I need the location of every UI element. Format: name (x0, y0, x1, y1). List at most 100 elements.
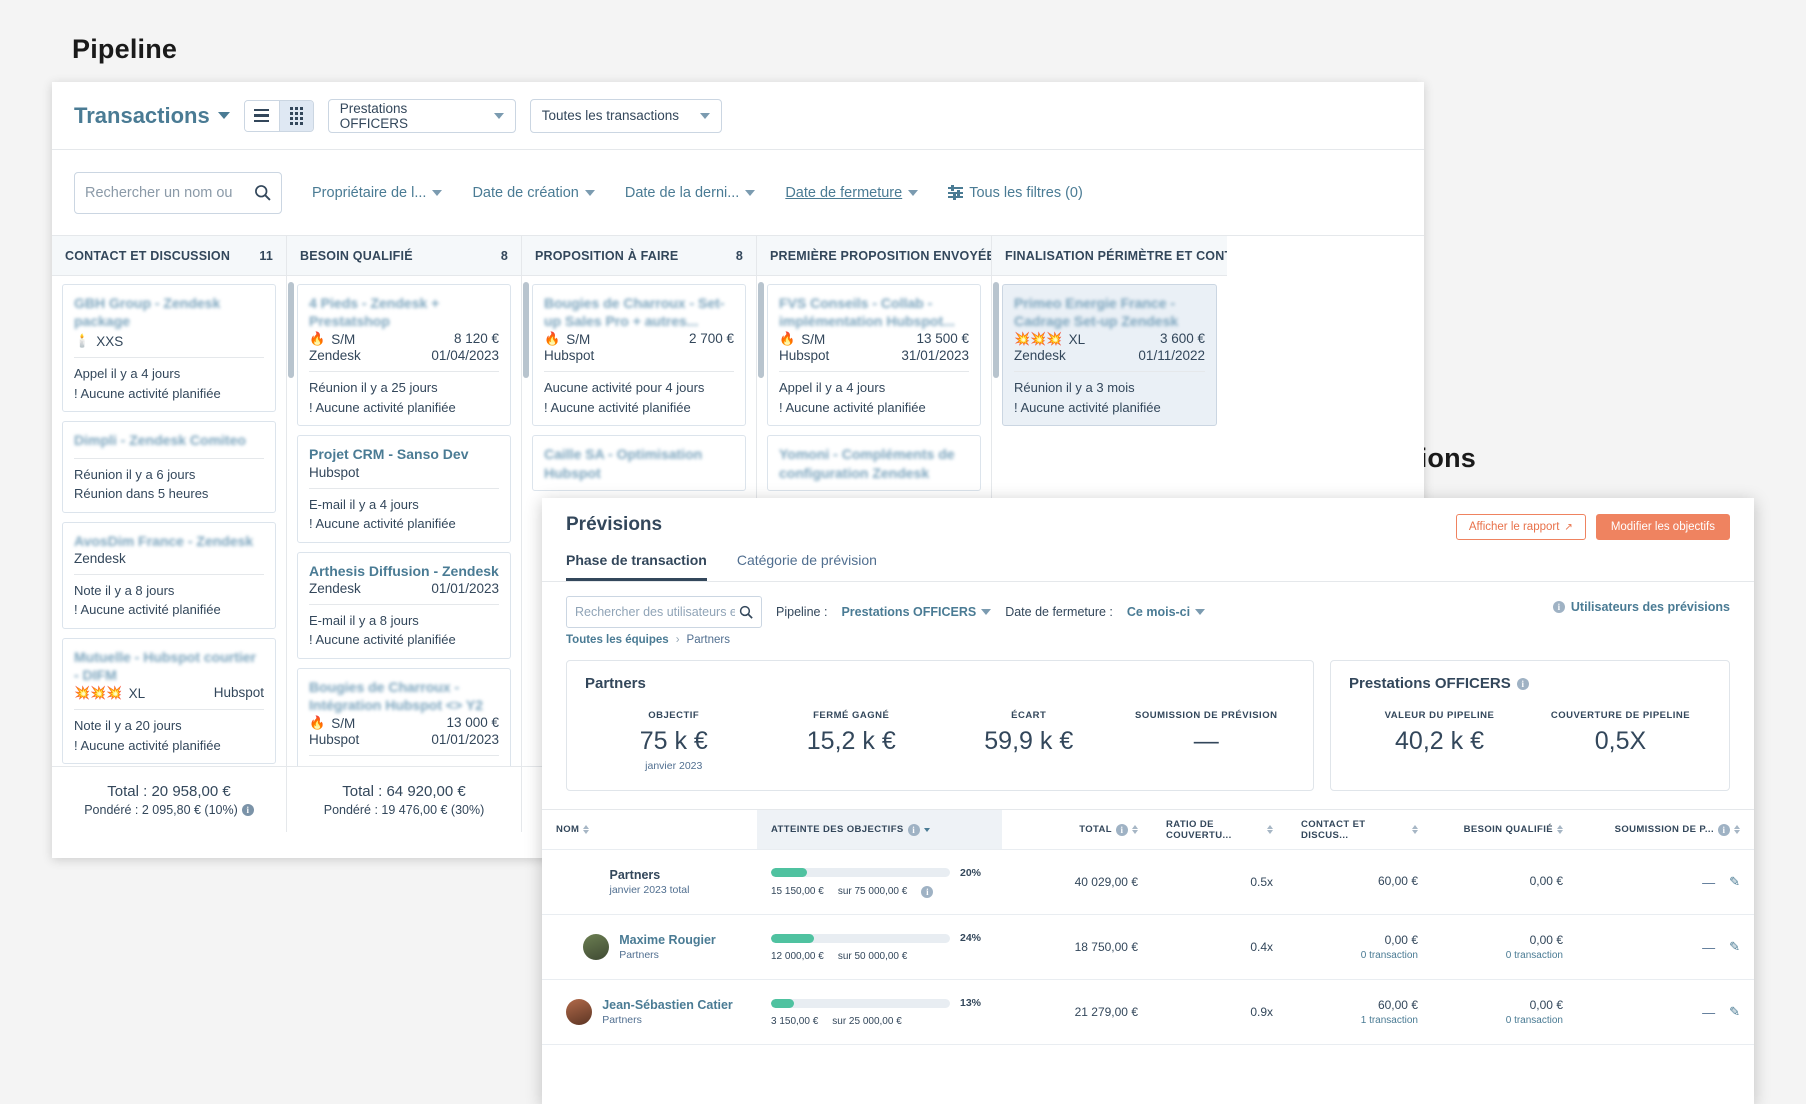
view-toggle-group[interactable] (243, 99, 314, 132)
deal-card[interactable]: Caille SA - Optimisation Hubspot (532, 435, 746, 491)
edit-icon[interactable]: ✎ (1729, 939, 1740, 955)
filter-last-activity[interactable]: Date de la derni... (625, 185, 756, 201)
edit-goals-button[interactable]: Modifier les objectifs (1595, 514, 1730, 540)
pipeline-select-value: Prestations OFFICERS (339, 100, 408, 131)
deal-title[interactable]: Primeo Energie France - Cadrage Set-up Z… (1014, 294, 1205, 330)
row-name[interactable]: Maxime Rougier (619, 933, 716, 947)
info-icon[interactable]: i (1516, 677, 1529, 690)
deal-next-activity: ! Aucune activité planifiée (779, 399, 926, 415)
tab-categorie-de-prevision[interactable]: Catégorie de prévision (737, 552, 877, 581)
pipeline-filter-bar: Propriétaire de l... Date de création Da… (52, 150, 1424, 236)
column-header-contact-et-discussion[interactable]: CONTACT ET DISCUS... (1287, 810, 1432, 849)
board-view-button[interactable] (278, 100, 313, 131)
deal-card[interactable]: Bougies de Charroux - Set-up Sales Pro +… (532, 284, 746, 427)
info-icon[interactable]: i (241, 803, 254, 816)
deal-title[interactable]: Caille SA - Optimisation Hubspot (544, 445, 734, 481)
edit-icon[interactable]: ✎ (1729, 1004, 1740, 1020)
transactions-title-dropdown[interactable]: Transactions (74, 103, 230, 129)
column-scrollbar[interactable] (523, 282, 529, 378)
row-soumission-cell: — ✎ (1577, 915, 1754, 979)
row-besoin-sub[interactable]: 0 transaction (1506, 1015, 1563, 1026)
pipeline-filter-label: Pipeline : (776, 605, 828, 619)
deal-title[interactable]: GBH Group - Zendesk package (74, 294, 264, 330)
deal-title[interactable]: 4 Pieds - Zendesk + Prestatshop (309, 294, 499, 330)
pipeline-filter-value[interactable]: Prestations OFFICERS (841, 605, 992, 619)
deal-card[interactable]: Bougies de Charroux - Intégration Hubspo… (297, 667, 511, 766)
column-weighted: Pondéré : 2 095,80 € (10%) i (84, 803, 254, 817)
tab-phase-de-transaction[interactable]: Phase de transaction (566, 552, 707, 581)
deal-title[interactable]: FVS Conseils - Collab - implémentation H… (779, 294, 969, 330)
row-contact-sub[interactable]: 0 transaction (1361, 950, 1418, 961)
deal-card[interactable]: Projet CRM - Sanso Dev Hubspot E-mail il… (297, 435, 511, 543)
deal-title[interactable]: Bougies de Charroux - Intégration Hubspo… (309, 678, 499, 714)
deal-title[interactable]: Projet CRM - Sanso Dev (309, 445, 499, 463)
deal-card[interactable]: Primeo Energie France - Cadrage Set-up Z… (1002, 284, 1217, 427)
deal-title[interactable]: Dimpli - Zendesk Comiteo (74, 431, 264, 449)
row-besoin-sub[interactable]: 0 transaction (1506, 950, 1563, 961)
deal-card[interactable]: FVS Conseils - Collab - implémentation H… (767, 284, 981, 427)
row-besoin-cell: 0,00 € (1432, 850, 1577, 914)
deal-card[interactable]: GBH Group - Zendesk package 🕯️ XXS Appel… (62, 284, 276, 413)
row-name[interactable]: Jean-Sébastien Catier (602, 998, 733, 1012)
deal-card[interactable]: 4 Pieds - Zendesk + Prestatshop 🔥 S/M 8 … (297, 284, 511, 427)
table-row[interactable]: Jean-Sébastien Catier Partners 13% 3 150… (542, 980, 1754, 1045)
deal-card[interactable]: Mutuelle - Hubspot courtier - DIFM 💥💥💥 X… (62, 637, 276, 765)
row-besoin-cell: 0,00 € 0 transaction (1432, 915, 1577, 979)
column-scrollbar[interactable] (993, 282, 999, 378)
column-scrollbar[interactable] (758, 282, 764, 378)
pipeline-toolbar: Transactions Prestations OFFICERS Toutes… (52, 82, 1424, 150)
info-icon[interactable]: i (1116, 823, 1128, 836)
divider (309, 487, 499, 489)
deal-title[interactable]: AvosDim France - Zendesk (74, 532, 264, 550)
edit-icon[interactable]: ✎ (1729, 874, 1740, 890)
column-header-nom[interactable]: NOM (542, 810, 757, 849)
transactions-filter-value: Toutes les transactions (541, 108, 680, 123)
closedate-filter-value[interactable]: Ce mois-ci (1127, 605, 1206, 619)
deal-title[interactable]: Yomoni - Compléments de configuration Ze… (779, 445, 969, 481)
column-header-besoin-qualifie[interactable]: BESOIN QUALIFIÉ (1432, 810, 1577, 849)
search-input[interactable] (85, 184, 248, 201)
table-row[interactable]: Partners janvier 2023 total 20% 15 150,0… (542, 850, 1754, 915)
column-body[interactable]: GBH Group - Zendesk package 🕯️ XXS Appel… (52, 276, 286, 766)
deal-source-row: Zendesk (74, 551, 264, 566)
closedate-filter-label: Date de fermeture : (1005, 605, 1113, 619)
metric-label: COUVERTURE DE PIPELINE (1550, 710, 1691, 721)
info-icon[interactable]: i (907, 823, 920, 836)
column-scrollbar[interactable] (288, 282, 294, 378)
info-icon[interactable]: i (1718, 823, 1730, 836)
filter-create-date[interactable]: Date de création (472, 185, 595, 201)
column-header-atteinte-des-objectifs[interactable]: ATTEINTE DES OBJECTIFS i (757, 810, 1002, 849)
previsions-header: Prévisions Afficher le rapport ↗ Modifie… (542, 498, 1754, 540)
sort-icon (1734, 825, 1740, 834)
breadcrumb-root[interactable]: Toutes les équipes (566, 634, 669, 646)
previsions-search-box[interactable] (566, 596, 762, 628)
transactions-filter-select[interactable]: Toutes les transactions (529, 98, 722, 133)
previsions-search-input[interactable] (575, 605, 735, 619)
column-header-total[interactable]: TOTAL i (1002, 810, 1152, 849)
column-count: 8 (735, 248, 743, 263)
row-contact-sub[interactable]: 1 transaction (1361, 1015, 1418, 1026)
deal-card[interactable]: AvosDim France - Zendesk Zendesk Note il… (62, 521, 276, 629)
list-view-button[interactable] (244, 100, 279, 131)
all-filters-button[interactable]: Tous les filtres (0) (948, 185, 1083, 201)
deal-card[interactable]: Dimpli - Zendesk Comiteo Réunion il y a … (62, 421, 276, 513)
deal-title[interactable]: Bougies de Charroux - Set-up Sales Pro +… (544, 294, 734, 330)
filter-close-date[interactable]: Date de fermeture (785, 185, 919, 201)
column-header-soumission-de-prevision[interactable]: SOUMISSION DE P... i (1577, 810, 1754, 849)
deal-title[interactable]: Arthesis Diffusion - Zendesk (309, 562, 499, 580)
forecast-users-link[interactable]: i Utilisateurs des prévisions (1552, 600, 1730, 614)
deal-card[interactable]: Arthesis Diffusion - Zendesk Zendesk 01/… (297, 551, 511, 659)
filter-owner[interactable]: Propriétaire de l... (312, 185, 443, 201)
column-body[interactable]: 4 Pieds - Zendesk + Prestatshop 🔥 S/M 8 … (287, 276, 521, 766)
view-report-button[interactable]: Afficher le rapport ↗ (1455, 514, 1586, 540)
row-total-cell: 40 029,00 € (1002, 850, 1152, 914)
pipeline-select[interactable]: Prestations OFFICERS (327, 98, 516, 133)
deal-title[interactable]: Mutuelle - Hubspot courtier - DIFM (74, 648, 264, 684)
column-header-ratio-de-couverture[interactable]: RATIO DE COUVERTU... (1152, 810, 1287, 849)
info-icon[interactable]: i (921, 885, 934, 898)
deal-size-label: S/M (801, 331, 826, 347)
table-row[interactable]: Maxime Rougier Partners 24% 12 000,00 € … (542, 915, 1754, 980)
search-box[interactable] (74, 171, 282, 214)
info-icon: i (1552, 601, 1565, 613)
deal-card[interactable]: Yomoni - Compléments de configuration Ze… (767, 435, 981, 491)
